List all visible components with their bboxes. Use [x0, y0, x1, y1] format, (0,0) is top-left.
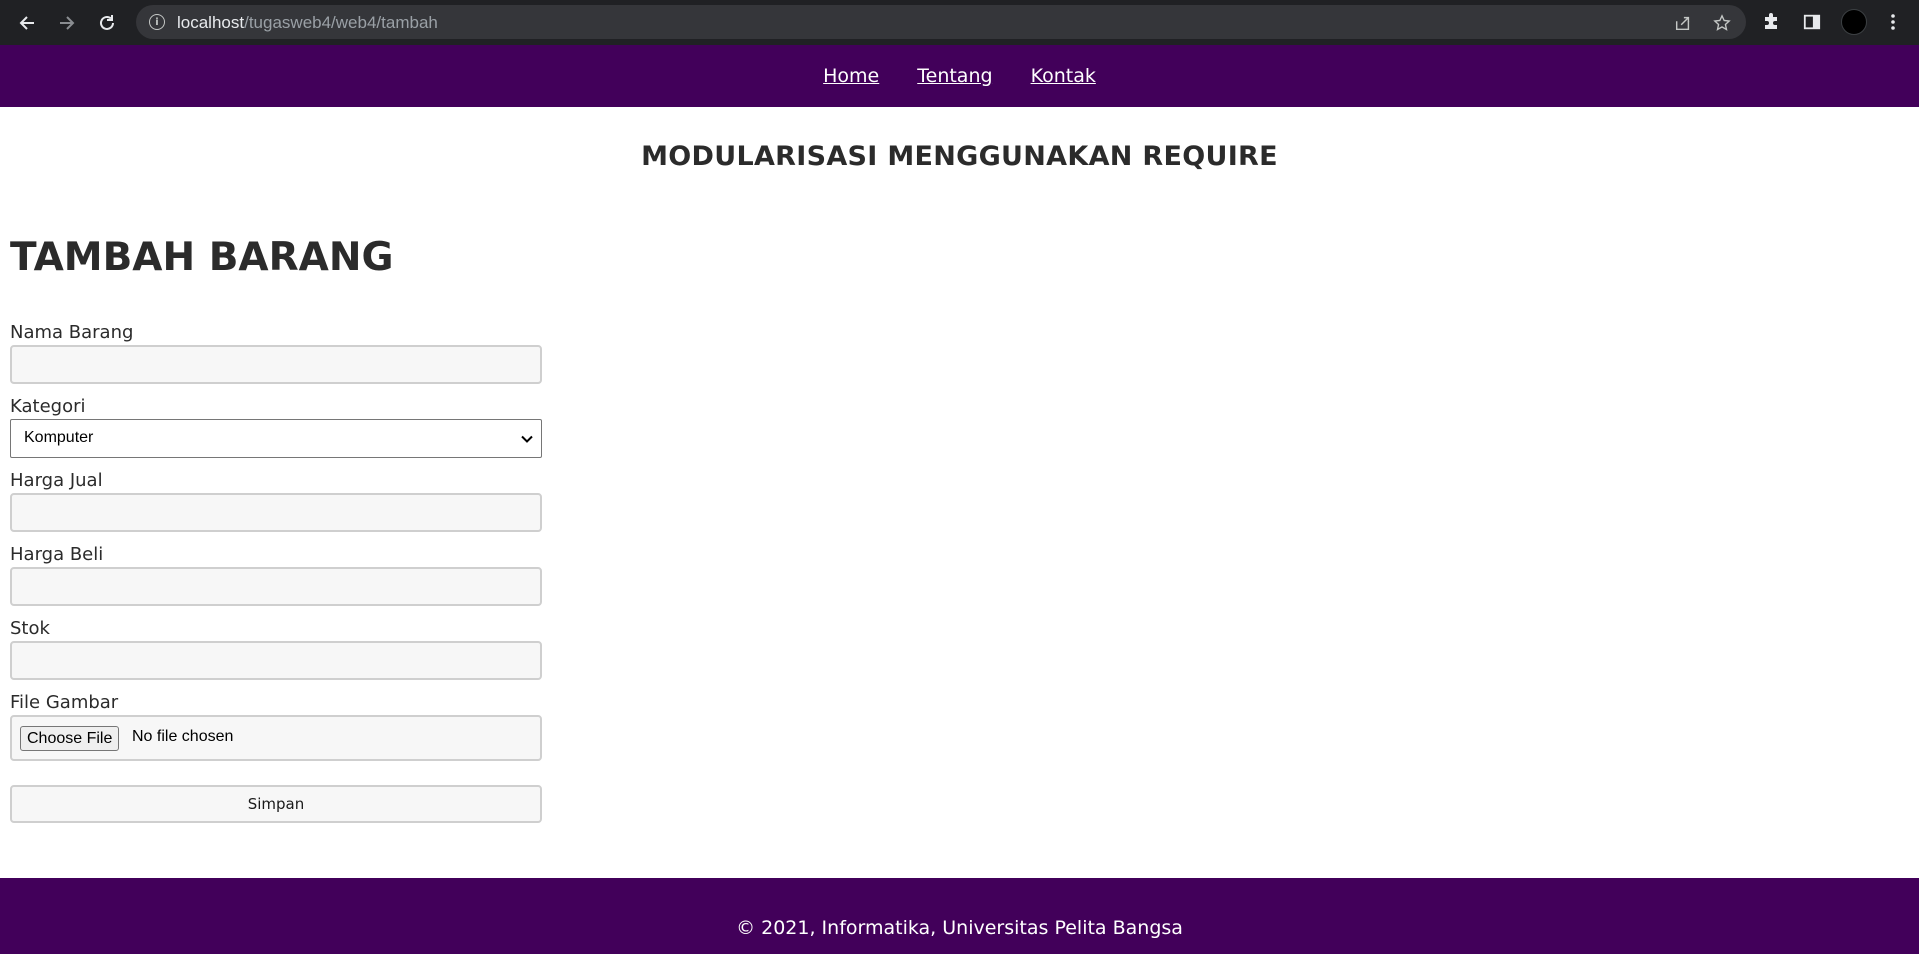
form-title: TAMBAH BARANG [10, 235, 394, 280]
main-nav: Home Tentang Kontak [0, 45, 1919, 107]
add-item-form: Nama Barang Kategori Komputer Harga Jual… [10, 320, 542, 823]
harga-beli-input[interactable] [10, 567, 542, 606]
share-icon[interactable] [1673, 13, 1693, 33]
file-gambar-input[interactable]: Choose File No file chosen [10, 715, 542, 761]
chevron-down-icon [521, 435, 533, 443]
stok-input[interactable] [10, 641, 542, 680]
reload-icon[interactable] [94, 10, 120, 36]
stok-label: Stok [10, 618, 50, 639]
url-path: /tugasweb4/web4/tambah [244, 13, 438, 32]
nav-about-link[interactable]: Tentang [917, 65, 992, 87]
choose-file-button[interactable]: Choose File [20, 726, 120, 751]
browser-toolbar: i localhost/tugasweb4/web4/tambah [0, 0, 1919, 45]
file-status-text: No file chosen [132, 728, 234, 745]
menu-icon[interactable] [1882, 11, 1904, 33]
harga-jual-input[interactable] [10, 493, 542, 532]
harga-beli-label: Harga Beli [10, 544, 104, 565]
footer-copyright: © 2021, Informatika, Universitas Pelita … [736, 917, 1183, 939]
forward-icon[interactable] [54, 10, 80, 36]
simpan-button[interactable]: Simpan [10, 785, 542, 823]
extensions-icon[interactable] [1760, 11, 1782, 33]
page-subtitle: MODULARISASI MENGGUNAKAN REQUIRE [641, 141, 1278, 172]
harga-jual-label: Harga Jual [10, 470, 103, 491]
profile-avatar[interactable] [1841, 9, 1867, 35]
site-info-icon[interactable]: i [149, 14, 165, 30]
side-panel-icon[interactable] [1801, 11, 1823, 33]
file-gambar-label: File Gambar [10, 692, 119, 713]
url-text[interactable]: localhost/tugasweb4/web4/tambah [177, 13, 438, 33]
address-bar[interactable]: i localhost/tugasweb4/web4/tambah [136, 5, 1746, 39]
url-host: localhost [177, 13, 245, 32]
star-icon[interactable] [1712, 13, 1732, 33]
nav-contact-link[interactable]: Kontak [1031, 65, 1096, 87]
back-icon[interactable] [14, 10, 40, 36]
kategori-select[interactable]: Komputer [10, 419, 542, 458]
kategori-selected-value: Komputer [24, 429, 94, 446]
nama-barang-input[interactable] [10, 345, 542, 384]
site-footer: © 2021, Informatika, Universitas Pelita … [0, 878, 1919, 954]
kategori-label: Kategori [10, 396, 86, 417]
nama-barang-label: Nama Barang [10, 322, 134, 343]
nav-home-link[interactable]: Home [823, 65, 879, 87]
